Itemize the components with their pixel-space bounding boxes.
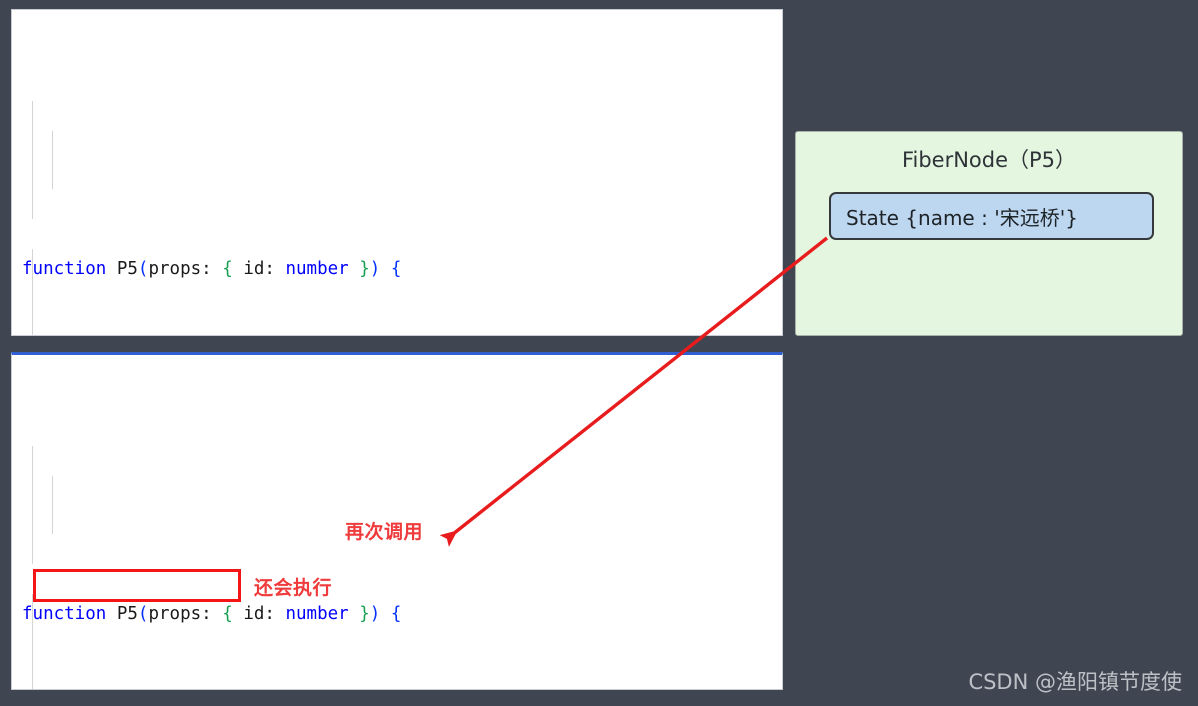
indent-guide (32, 446, 33, 565)
fiber-node-state-box: State {name : '宋远桥'} (829, 192, 1154, 240)
annotation-call-again: 再次调用 (345, 521, 424, 543)
code-content-bottom: function P5(props: { id: number }) { asy… (12, 414, 782, 690)
code-line: async function updateStudent() { (22, 689, 782, 690)
code-line: function P5(props: { id: number }) { (22, 603, 402, 624)
csdn-watermark: CSDN @渔阳镇节度使 (968, 670, 1182, 694)
code-content-top: function P5(props: { id: number }) { asy… (12, 69, 782, 335)
code-block-top: function P5(props: { id: number }) { asy… (11, 9, 783, 336)
fiber-node-box: FiberNode（P5） State {name : '宋远桥'} (795, 131, 1183, 336)
indent-guide (32, 101, 33, 220)
fiber-node-title: FiberNode（P5） (901, 148, 1077, 172)
annotation-will-still-execute: 还会执行 (254, 577, 333, 599)
code-line: function P5(props: { id: number }) { (22, 258, 402, 279)
indent-guide (52, 131, 53, 190)
indent-guide (52, 476, 53, 535)
fiber-node-state-label: State {name : '宋远桥'} (846, 205, 1078, 230)
